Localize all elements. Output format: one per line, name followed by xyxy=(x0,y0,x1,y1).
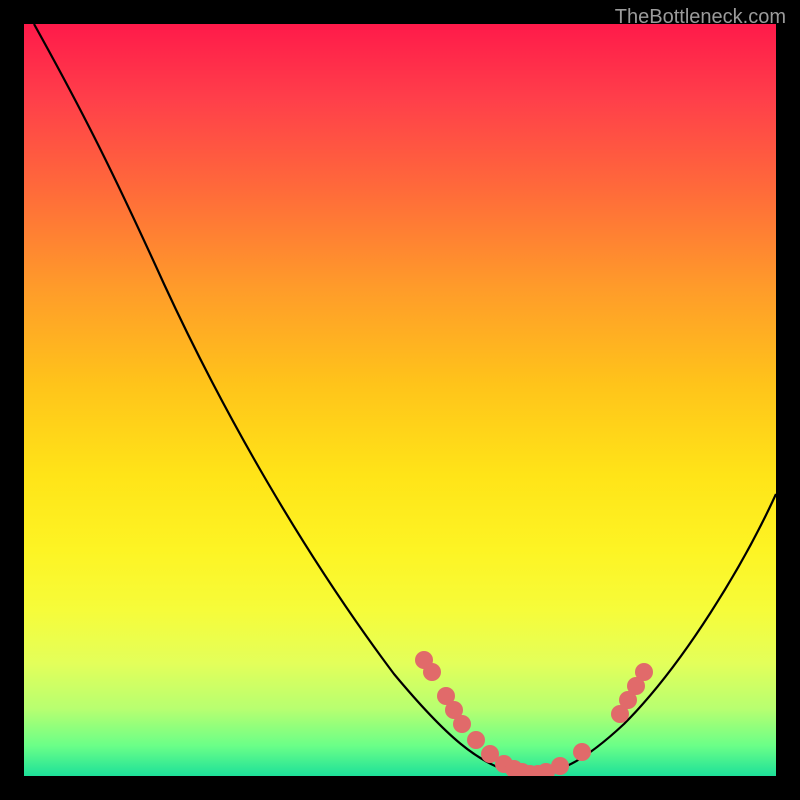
dot xyxy=(551,757,569,775)
dot xyxy=(467,731,485,749)
dot xyxy=(423,663,441,681)
dot xyxy=(573,743,591,761)
dot xyxy=(635,663,653,681)
chart-frame xyxy=(24,24,776,776)
dot xyxy=(453,715,471,733)
watermark-text: TheBottleneck.com xyxy=(615,6,786,29)
bottleneck-curve-line xyxy=(34,24,776,774)
plot-area xyxy=(24,24,776,776)
scatter-dots xyxy=(415,651,653,776)
chart-svg xyxy=(24,24,776,776)
